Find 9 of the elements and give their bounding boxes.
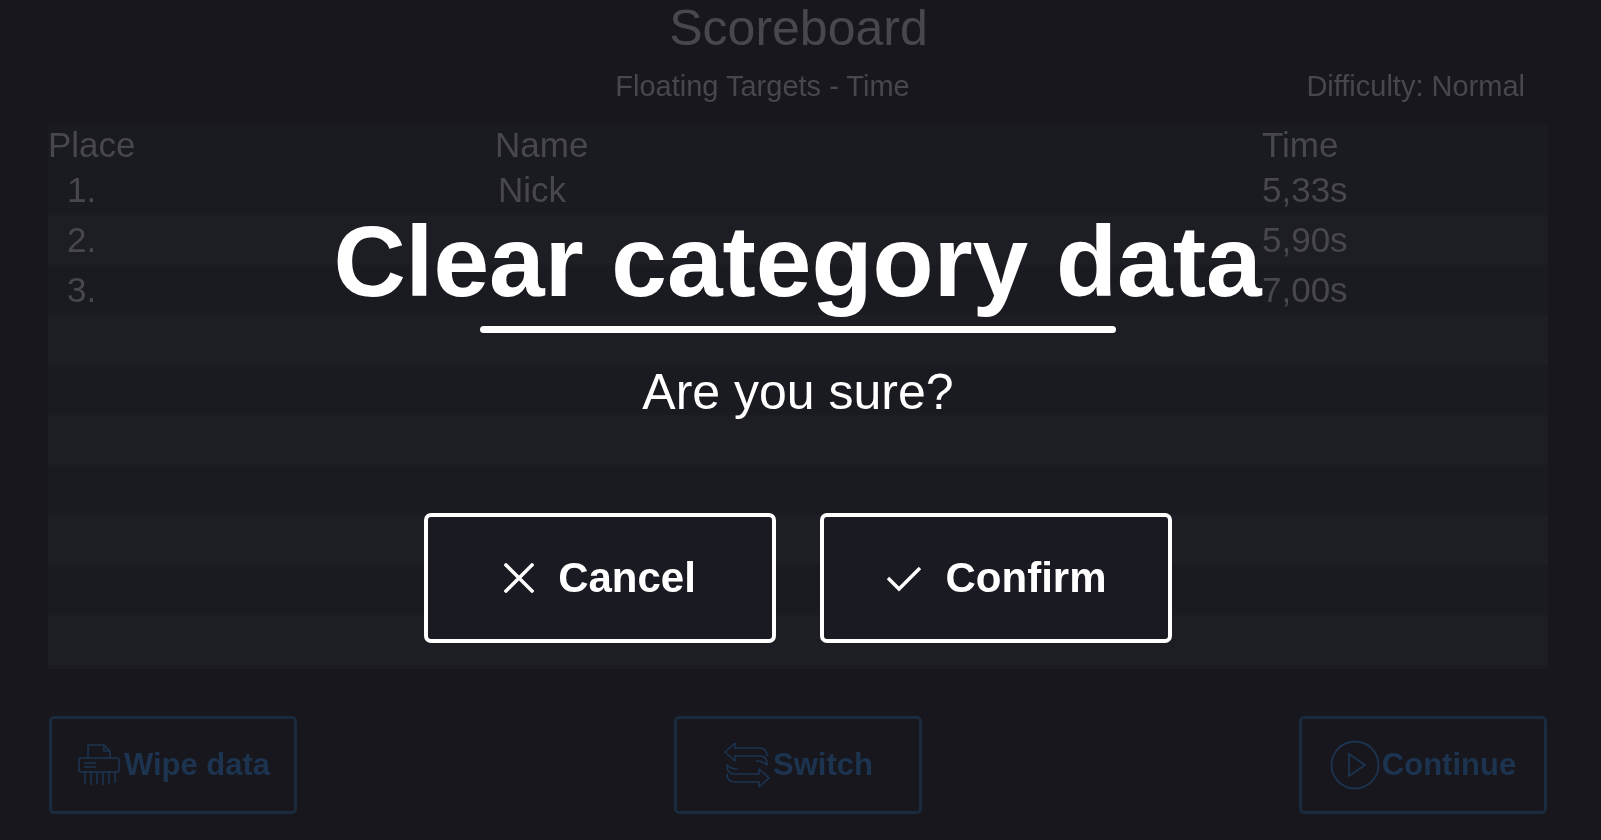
shredder-icon	[75, 742, 122, 788]
check-icon	[885, 564, 922, 592]
dialog-title: Clear category data	[333, 204, 1262, 319]
confirm-button[interactable]: Confirm	[820, 513, 1172, 643]
cancel-button[interactable]: Cancel	[424, 513, 776, 643]
close-icon	[504, 563, 535, 593]
play-icon	[1329, 740, 1380, 790]
dialog-message: Are you sure?	[642, 363, 954, 422]
swap-arrows-icon	[723, 741, 772, 789]
